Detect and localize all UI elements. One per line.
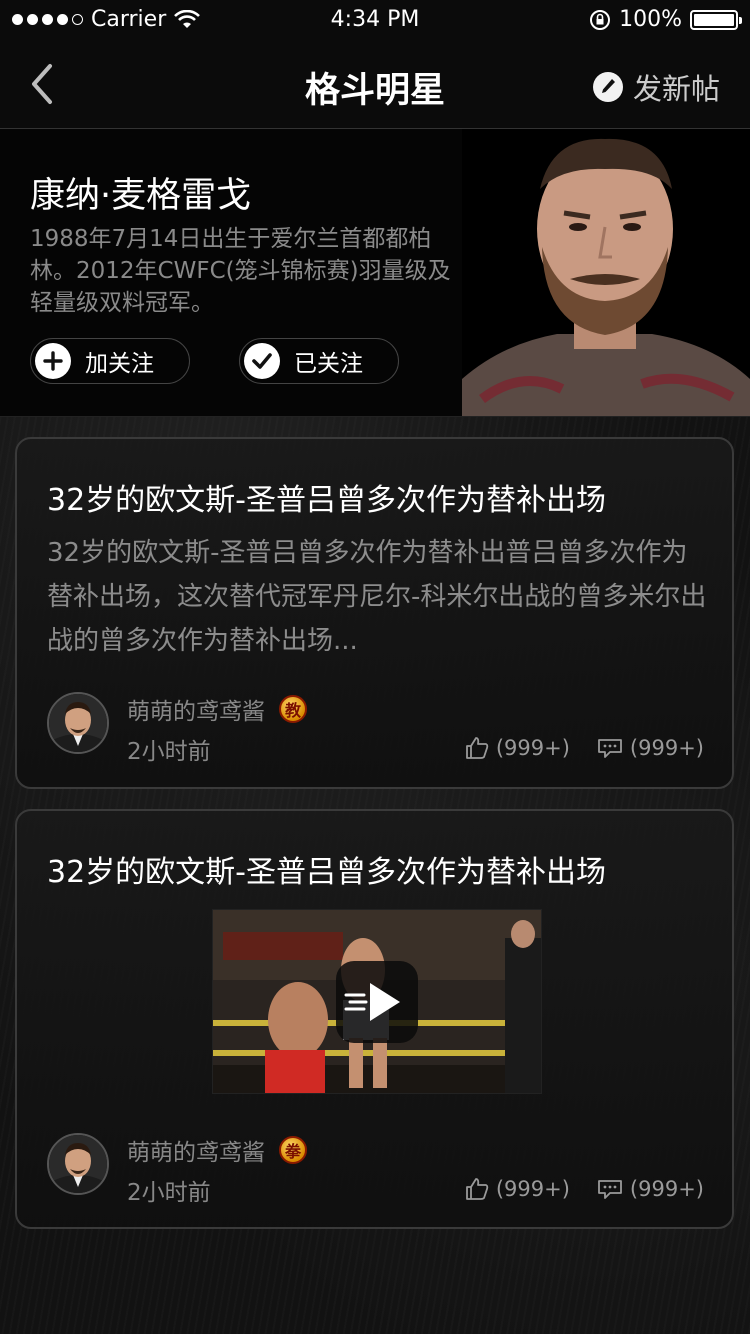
fighter-portrait [462, 129, 750, 416]
author-avatar[interactable] [47, 1133, 109, 1195]
thumbs-up-icon [465, 1178, 489, 1200]
play-icon[interactable] [336, 961, 418, 1043]
post-author: 萌萌的鸢鸢酱 拳 [127, 1133, 307, 1167]
comment-button[interactable]: (999+) [596, 736, 704, 760]
thumbs-up-icon [465, 737, 489, 759]
post-card[interactable]: 32岁的欧文斯-圣普吕曾多次作为替补出场 萌萌的鸢鸢酱 拳 2小时前 (999+… [15, 809, 734, 1229]
battery-icon [690, 9, 742, 30]
follow-label: 加关注 [85, 351, 154, 377]
comment-icon [598, 1180, 622, 1199]
followed-label: 已关注 [294, 351, 363, 377]
post-author: 萌萌的鸢鸢酱 教 [127, 692, 307, 726]
comment-icon [598, 739, 622, 758]
comment-count: (999+) [629, 1177, 704, 1201]
plus-icon [35, 343, 71, 379]
like-button[interactable]: (999+) [464, 736, 570, 760]
new-post-button[interactable]: 发新帖 [592, 66, 720, 108]
like-button[interactable]: (999+) [464, 1177, 570, 1201]
post-card[interactable]: 32岁的欧文斯-圣普吕曾多次作为替补出场 32岁的欧文斯-圣普吕曾多次作为替补出… [15, 437, 734, 789]
navigation-bar: 格斗明星 发新帖 [0, 40, 750, 128]
fighter-name: 康纳·麦格雷戈 [30, 176, 252, 216]
rank-badge-icon: 教 [279, 695, 307, 723]
post-excerpt: 32岁的欧文斯-圣普吕曾多次作为替补出普吕曾多次作为替补出场，这次替代冠军丹尼尔… [47, 538, 707, 656]
followed-button[interactable]: 已关注 [239, 338, 399, 384]
post-time: 2小时前 [127, 739, 211, 765]
post-title: 32岁的欧文斯-圣普吕曾多次作为替补出场 [47, 483, 606, 518]
post-stats: (999+) (999+) [464, 1177, 704, 1201]
rank-badge-icon: 拳 [279, 1136, 307, 1164]
author-name: 萌萌的鸢鸢酱 [127, 1140, 265, 1166]
post-video[interactable] [212, 909, 542, 1094]
post-time: 2小时前 [127, 1180, 211, 1206]
check-icon [244, 343, 280, 379]
like-count: (999+) [495, 1177, 570, 1201]
author-avatar[interactable] [47, 692, 109, 754]
pen-icon [592, 72, 623, 102]
comment-button[interactable]: (999+) [596, 1177, 704, 1201]
post-stats: (999+) (999+) [464, 736, 704, 760]
like-count: (999+) [495, 736, 570, 760]
status-right: 100% [589, 7, 742, 32]
new-post-label: 发新帖 [632, 72, 720, 106]
status-bar: Carrier 4:34 PM 100% [0, 0, 750, 40]
comment-count: (999+) [629, 736, 704, 760]
battery-percent: 100% [619, 7, 682, 32]
follow-button[interactable]: 加关注 [30, 338, 190, 384]
fighter-bio: 1988年7月14日出生于爱尔兰首都都柏林。2012年CWFC(笼斗锦标赛)羽量… [30, 226, 451, 316]
author-name: 萌萌的鸢鸢酱 [127, 699, 265, 725]
rotation-lock-icon [590, 9, 611, 30]
fighter-profile: 康纳·麦格雷戈 1988年7月14日出生于爱尔兰首都都柏林。2012年CWFC(… [0, 128, 750, 417]
post-title: 32岁的欧文斯-圣普吕曾多次作为替补出场 [47, 855, 606, 890]
